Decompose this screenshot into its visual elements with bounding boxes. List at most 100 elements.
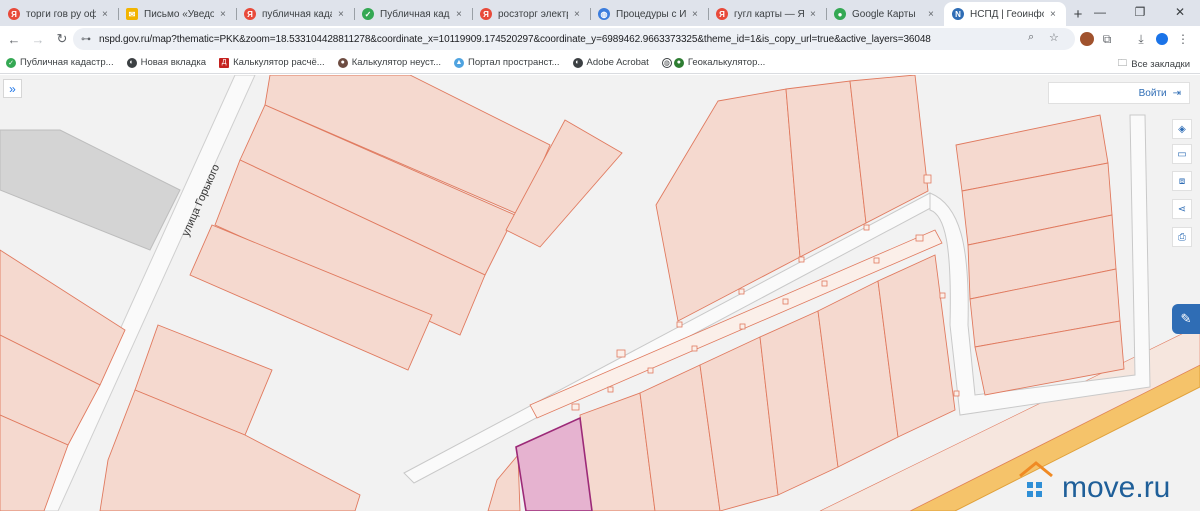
building-footprint (0, 129, 181, 251)
boundary-marker (738, 288, 745, 295)
tab-title: публичная кадастровая (262, 8, 332, 20)
boundary-marker (782, 298, 789, 305)
bookmark-favicon-icon: ✓ (6, 57, 16, 68)
search-icon[interactable]: ⌕ (1028, 31, 1034, 44)
tab-title: росзторг электронны (498, 8, 568, 20)
bookmark-favicon-icon: ◐ (572, 57, 583, 68)
nspd-icon: N (952, 8, 964, 20)
extensions-icon[interactable]: ⧉ (1097, 29, 1117, 49)
search-engine-icon: Я (480, 8, 492, 20)
logo-roof-icon (1019, 461, 1053, 478)
bookmark-item[interactable]: Д Калькулятор расчё... (219, 57, 325, 68)
bookmark-favicon-icon: ● (337, 57, 348, 68)
ruler-icon[interactable]: ▭ (1172, 144, 1192, 164)
bookmark-label: Новая вкладка (140, 57, 207, 68)
tab-title: Письмо «Уведомление (144, 8, 214, 20)
window-close-icon[interactable]: ✕ (1160, 0, 1200, 24)
back-icon[interactable]: ← (2, 27, 26, 51)
login-label: Войти (1138, 87, 1167, 99)
tab-6[interactable]: Ягугл карты — Яндекс × (708, 2, 826, 26)
bookmark-label: Калькулятор неуст... (351, 57, 441, 68)
boundary-marker (571, 403, 580, 411)
tab-title: торги гов ру официальн (26, 8, 96, 20)
close-icon[interactable]: × (574, 9, 584, 20)
boundary-marker (691, 345, 698, 352)
boundary-marker (863, 224, 870, 231)
all-bookmarks-button[interactable]: 🗀 Все закладки (1118, 56, 1190, 72)
boundary-marker (923, 174, 932, 184)
tab-4[interactable]: Яросзторг электронны × (472, 2, 590, 26)
bookmark-item[interactable]: ◐ Adobe Acrobat (572, 57, 649, 68)
boundary-marker (821, 280, 828, 287)
print-icon[interactable]: ⎙ (1172, 227, 1192, 247)
tab-title: Процедуры с Имуществом (616, 8, 686, 20)
share-icon[interactable]: ⋖ (1172, 199, 1192, 219)
expand-sidebar-button[interactable]: » (3, 79, 22, 98)
boundary-marker (647, 367, 654, 374)
tab-8-active[interactable]: N НСПД | Геоинформационная × (944, 2, 1066, 26)
map-viewport[interactable]: улица Горького » Войти ⇥ ◈ ▭ ⧈ ⋖ ⎙ ✎ mov… (0, 75, 1200, 511)
folder-icon: 🗀 (1117, 58, 1128, 69)
selected-parcel[interactable] (515, 416, 593, 511)
profile-avatar-icon[interactable] (1077, 29, 1097, 49)
logo-square (1036, 482, 1042, 488)
tab-2[interactable]: Япубличная кадастровая × (236, 2, 354, 26)
browser-toolbar: ← → ↻ ⊶ nspd.gov.ru/map?thematic=PKK&zoo… (0, 26, 1200, 52)
bookmark-item[interactable]: ✓ Публичная кадастр... (6, 57, 114, 68)
tab-7[interactable]: ● Google Карты × (826, 2, 944, 26)
tab-title: Публичная кадастровая (380, 8, 450, 20)
search-engine-icon: Я (244, 8, 256, 20)
boundary-marker (873, 257, 880, 264)
close-icon[interactable]: × (220, 9, 230, 20)
watermark-text: move.ru (1062, 471, 1170, 504)
forward-icon[interactable]: → (26, 27, 50, 51)
search-engine-icon: Я (8, 8, 20, 20)
address-bar[interactable]: ⊶ nspd.gov.ru/map?thematic=PKK&zoom=18.5… (73, 28, 1075, 50)
boundary-marker (676, 321, 683, 328)
bookmarks-bar: ✓ Публичная кадастр... ◐ Новая вкладка Д Ка… (0, 52, 1200, 74)
close-icon[interactable]: × (102, 9, 112, 20)
layers-icon[interactable]: ◈ (1172, 119, 1192, 139)
tab-3[interactable]: ✓ Публичная кадастровая × (354, 2, 472, 26)
logo-square (1027, 491, 1033, 497)
cadastre-icon: ✓ (362, 8, 374, 20)
boundary-marker (915, 234, 924, 242)
reload-icon[interactable]: ↻ (50, 27, 74, 51)
boundary-marker (616, 349, 626, 358)
search-engine-icon: Я (716, 8, 728, 20)
bookmark-item[interactable]: ▲ Портал пространст... (454, 57, 560, 68)
bookmark-label: Публичная кадастр... (20, 57, 114, 68)
area-select-icon[interactable]: ⧈ (1172, 171, 1192, 191)
move-ru-watermark: move.ru (1018, 460, 1194, 508)
tab-5[interactable]: ◍ Процедуры с Имуществом × (590, 2, 708, 26)
close-icon[interactable]: × (456, 9, 466, 20)
close-icon[interactable]: × (928, 9, 938, 20)
bookmark-item[interactable]: ◍ ● Геокалькулятор... (661, 57, 765, 68)
maximize-icon[interactable]: ❐ (1120, 0, 1160, 24)
login-button[interactable]: Войти ⇥ (1048, 82, 1190, 104)
bookmark-item[interactable]: ◐ Новая вкладка (126, 57, 207, 68)
close-icon[interactable]: × (338, 9, 348, 20)
bookmark-favicon-icon: ● (673, 57, 684, 68)
boundary-marker (739, 323, 746, 330)
chat-support-icon[interactable]: ✎ (1172, 304, 1200, 334)
cadastral-map[interactable]: улица Горького (0, 75, 1200, 511)
bookmark-favicon-icon: Д (219, 57, 230, 68)
close-icon[interactable]: × (1050, 9, 1060, 20)
close-icon[interactable]: × (692, 9, 702, 20)
url-text[interactable]: nspd.gov.ru/map?thematic=PKK&zoom=18.533… (99, 34, 931, 45)
tab-1[interactable]: ✉ Письмо «Уведомление × (118, 2, 236, 26)
bookmark-label: Adobe Acrobat (586, 57, 649, 68)
login-icon: ⇥ (1172, 87, 1181, 99)
map-pin-icon: ● (834, 8, 846, 20)
bookmark-star-icon[interactable]: ☆ (1049, 31, 1059, 44)
bookmark-item[interactable]: ● Калькулятор неуст... (337, 57, 441, 68)
close-icon[interactable]: × (810, 9, 820, 20)
tab-0[interactable]: Яторги гов ру официальн × (0, 2, 118, 26)
download-icon[interactable]: ⤓ (1131, 29, 1151, 49)
minimize-icon[interactable]: — (1080, 0, 1120, 24)
menu-icon[interactable]: ⋮ (1173, 29, 1193, 49)
land-parcel (487, 453, 521, 511)
account-icon[interactable] (1152, 29, 1172, 49)
site-info-icon[interactable]: ⊶ (81, 34, 91, 45)
